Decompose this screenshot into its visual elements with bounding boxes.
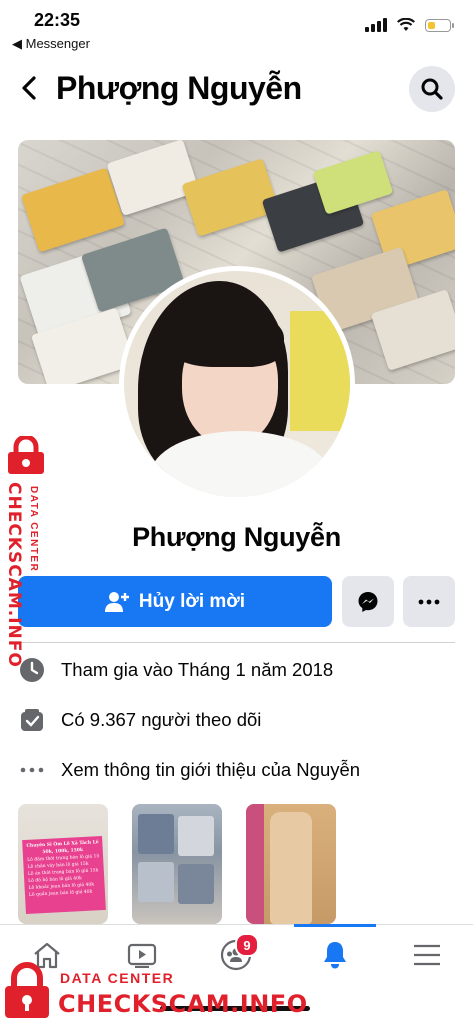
info-about[interactable]: Xem thông tin giới thiệu của Nguyễn (18, 754, 455, 786)
battery-icon (425, 18, 454, 32)
profile-header: Phượng Nguyễn (0, 60, 473, 120)
photo-thumbnail[interactable] (132, 804, 222, 924)
back-arrow-icon[interactable] (16, 74, 44, 102)
watermark-side-label: DATA CENTER (28, 486, 39, 573)
wifi-icon (397, 18, 415, 31)
page-title: Phượng Nguyễn (56, 70, 302, 106)
photo-strip: Chuyên Sỉ Ôm Lô Xả Tách Lô 50k, 100k, 150… (18, 804, 455, 924)
watermark-bottom: DATA CENTER CHECKSCAM.INFO (0, 960, 307, 1020)
messenger-icon (358, 591, 378, 612)
bell-icon (324, 942, 346, 969)
watermark-bottom-brand: CHECKSCAM.INFO (58, 990, 308, 1018)
more-dots-icon (418, 599, 440, 604)
cancel-friend-request-button[interactable]: Hủy lời mời (18, 576, 332, 627)
tab-menu[interactable] (402, 933, 452, 977)
search-button[interactable] (409, 66, 455, 112)
info-joined: Tham gia vào Tháng 1 năm 2018 (18, 654, 455, 686)
status-bar: 22:35 ◀ Messenger (0, 0, 473, 56)
status-time: 22:35 (34, 10, 81, 30)
cover-package (106, 140, 200, 217)
cellular-signal-icon (365, 18, 387, 32)
photo-thumbnail[interactable] (246, 804, 336, 924)
about-link: Xem thông tin giới thiệu của Nguyễn (61, 759, 361, 780)
joined-date: Tham gia vào Tháng 1 năm 2018 (61, 659, 334, 680)
cover-package (20, 167, 126, 253)
profile-name: Phượng Nguyễn (132, 522, 341, 552)
price-list-card: Chuyên Sỉ Ôm Lô Xả Tách Lô 50k, 100k, 150… (22, 835, 106, 915)
more-options-button[interactable] (403, 576, 455, 627)
photo-thumbnail[interactable]: Chuyên Sỉ Ôm Lô Xả Tách Lô 50k, 100k, 150… (18, 804, 108, 924)
user-plus-icon (104, 591, 129, 612)
tab-notifications[interactable] (310, 933, 360, 977)
profile-avatar[interactable] (119, 266, 355, 502)
section-divider (18, 642, 455, 643)
cover-package (181, 158, 280, 237)
back-to-messenger-link[interactable]: ◀ Messenger (12, 36, 90, 52)
padlock-icon (5, 962, 49, 1018)
hamburger-menu-icon (414, 944, 440, 966)
watermark-bottom-label: DATA CENTER (60, 970, 175, 986)
avatar-photo (124, 271, 350, 497)
watermark-side: CHECKSCAM.INFO DATA CENTER (0, 436, 56, 668)
groups-badge: 9 (235, 933, 259, 957)
followers-count: Có 9.367 người theo dõi (61, 709, 262, 730)
info-followers[interactable]: Có 9.367 người theo dõi (18, 704, 455, 736)
search-icon (421, 78, 443, 100)
primary-action-label: Hủy lời mời (138, 590, 246, 612)
followers-icon (18, 706, 46, 734)
battery-level (428, 21, 435, 29)
watermark-side-brand: CHECKSCAM.INFO (4, 482, 24, 668)
more-info-icon (18, 756, 46, 784)
padlock-icon (8, 436, 44, 474)
cover-package (312, 150, 394, 215)
status-icons (365, 18, 454, 32)
message-button[interactable] (342, 576, 394, 627)
active-tab-indicator (294, 924, 376, 927)
